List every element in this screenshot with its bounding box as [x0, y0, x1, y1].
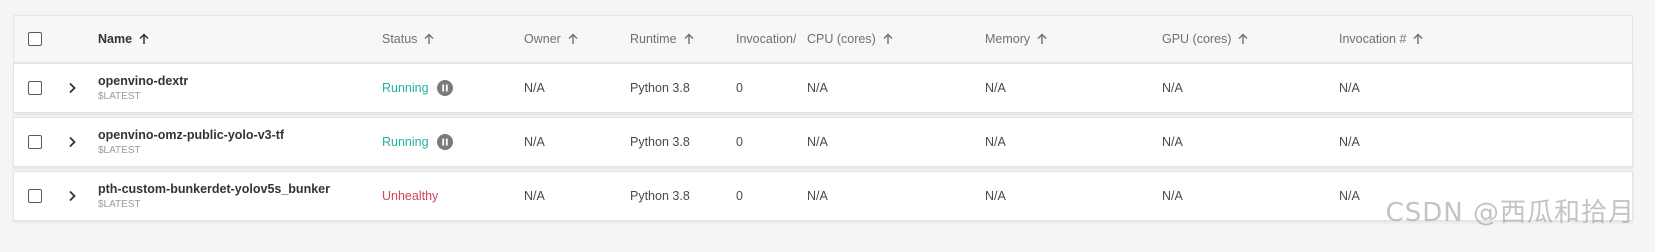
select-all-cell — [28, 16, 42, 62]
column-header-status[interactable]: Status — [382, 16, 435, 62]
expand-cell — [65, 172, 79, 220]
column-header-cpu-label: CPU (cores) — [807, 32, 876, 46]
status-cell: Running — [382, 118, 453, 166]
invocation-count-cell: N/A — [1339, 189, 1360, 203]
column-header-invocation[interactable]: Invocation/ — [736, 16, 796, 62]
table-header: Name Status Owner Runtime Invocation/ CP… — [13, 15, 1633, 63]
function-name-cell: pth-custom-bunkerdet-yolov5s_bunker $LAT… — [98, 172, 330, 220]
arrow-up-icon[interactable] — [882, 33, 894, 45]
arrow-up-icon[interactable] — [567, 33, 579, 45]
invocation-cell: 0 — [736, 81, 743, 95]
arrow-up-icon[interactable] — [683, 33, 695, 45]
status-badge: Running — [382, 135, 429, 149]
column-header-name-label: Name — [98, 32, 133, 46]
pause-circle-icon[interactable] — [436, 134, 453, 150]
arrow-up-icon[interactable] — [138, 33, 150, 45]
arrow-up-icon[interactable] — [423, 33, 435, 45]
gpu-cell: N/A — [1162, 135, 1183, 149]
column-header-status-label: Status — [382, 32, 418, 46]
owner-cell: N/A — [524, 135, 545, 149]
cpu-cell: N/A — [807, 135, 828, 149]
row-checkbox[interactable] — [28, 81, 42, 95]
function-name-cell: openvino-dextr $LATEST — [98, 64, 188, 112]
function-name-cell: openvino-omz-public-yolo-v3-tf $LATEST — [98, 118, 284, 166]
status-cell: Unhealthy — [382, 172, 438, 220]
status-badge: Unhealthy — [382, 189, 439, 203]
owner-cell: N/A — [524, 189, 545, 203]
select-all-checkbox[interactable] — [28, 32, 42, 46]
chevron-right-icon[interactable] — [65, 81, 79, 95]
memory-cell: N/A — [985, 189, 1006, 203]
chevron-right-icon[interactable] — [65, 135, 79, 149]
function-tag: $LATEST — [98, 91, 141, 102]
arrow-up-icon[interactable] — [1237, 33, 1249, 45]
column-header-owner-label: Owner — [524, 32, 561, 46]
invocation-cell: 0 — [736, 135, 743, 149]
column-header-memory[interactable]: Memory — [985, 16, 1048, 62]
column-header-cpu[interactable]: CPU (cores) — [807, 16, 894, 62]
column-header-gpu[interactable]: GPU (cores) — [1162, 16, 1249, 62]
function-name[interactable]: openvino-omz-public-yolo-v3-tf — [98, 128, 284, 142]
table-row[interactable]: openvino-dextr $LATEST Running N/A Pytho… — [13, 63, 1633, 113]
status-cell: Running — [382, 64, 453, 112]
table-row[interactable]: openvino-omz-public-yolo-v3-tf $LATEST R… — [13, 117, 1633, 167]
column-header-runtime[interactable]: Runtime — [630, 16, 695, 62]
function-name[interactable]: pth-custom-bunkerdet-yolov5s_bunker — [98, 182, 330, 196]
functions-table: Name Status Owner Runtime Invocation/ CP… — [13, 15, 1633, 221]
pause-circle-icon[interactable] — [436, 80, 453, 96]
column-header-invocation-label: Invocation/ — [736, 32, 796, 46]
function-name[interactable]: openvino-dextr — [98, 74, 188, 88]
arrow-up-icon[interactable] — [1412, 33, 1424, 45]
cpu-cell: N/A — [807, 81, 828, 95]
row-select-cell — [28, 118, 42, 166]
column-header-name[interactable]: Name — [98, 16, 150, 62]
column-header-invocation-count-label: Invocation # — [1339, 32, 1407, 46]
status-badge: Running — [382, 81, 429, 95]
runtime-cell: Python 3.8 — [630, 81, 690, 95]
invocation-count-cell: N/A — [1339, 135, 1360, 149]
column-header-memory-label: Memory — [985, 32, 1031, 46]
memory-cell: N/A — [985, 135, 1006, 149]
chevron-right-icon[interactable] — [65, 189, 79, 203]
column-header-runtime-label: Runtime — [630, 32, 677, 46]
column-header-invocation-count[interactable]: Invocation # — [1339, 16, 1424, 62]
memory-cell: N/A — [985, 81, 1006, 95]
column-header-gpu-label: GPU (cores) — [1162, 32, 1232, 46]
invocation-count-cell: N/A — [1339, 81, 1360, 95]
function-tag: $LATEST — [98, 145, 141, 156]
runtime-cell: Python 3.8 — [630, 135, 690, 149]
row-select-cell — [28, 172, 42, 220]
column-header-owner[interactable]: Owner — [524, 16, 579, 62]
owner-cell: N/A — [524, 81, 545, 95]
expand-cell — [65, 118, 79, 166]
function-tag: $LATEST — [98, 199, 141, 210]
invocation-cell: 0 — [736, 189, 743, 203]
row-checkbox[interactable] — [28, 189, 42, 203]
watermark-text: CSDN @西瓜和拾月 — [1385, 198, 1635, 228]
arrow-up-icon[interactable] — [1036, 33, 1048, 45]
cpu-cell: N/A — [807, 189, 828, 203]
runtime-cell: Python 3.8 — [630, 189, 690, 203]
gpu-cell: N/A — [1162, 189, 1183, 203]
gpu-cell: N/A — [1162, 81, 1183, 95]
expand-cell — [65, 64, 79, 112]
row-select-cell — [28, 64, 42, 112]
row-checkbox[interactable] — [28, 135, 42, 149]
